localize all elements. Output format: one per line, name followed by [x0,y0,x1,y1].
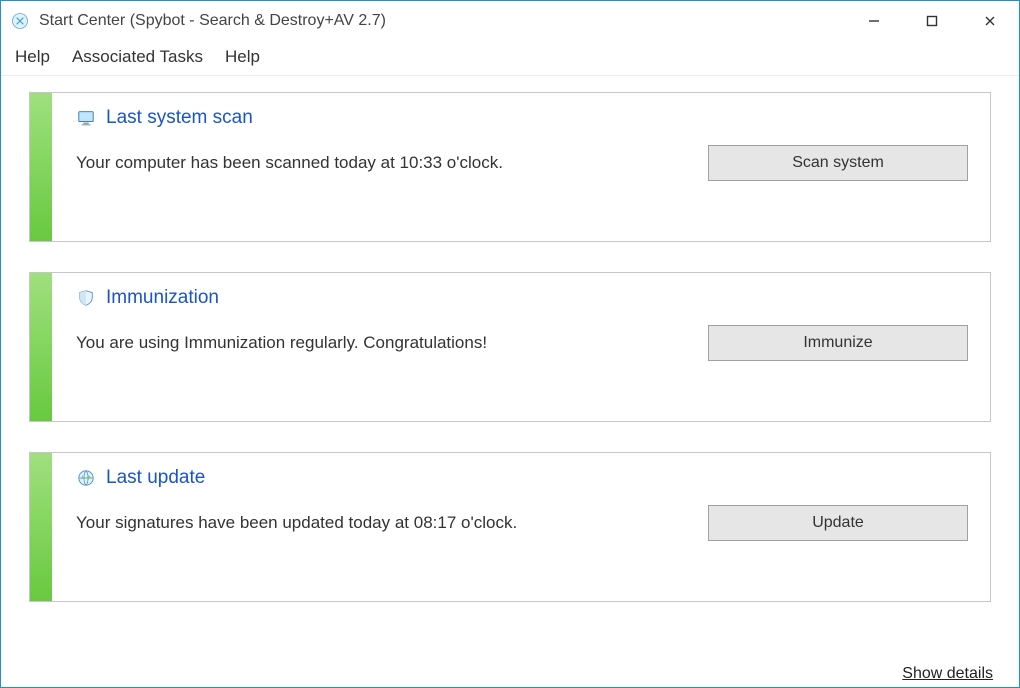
scan-system-button[interactable]: Scan system [708,145,968,181]
app-icon [9,10,31,32]
window-title: Start Center (Spybot - Search & Destroy+… [39,12,386,30]
maximize-button[interactable] [903,1,961,41]
minimize-button[interactable] [845,1,903,41]
status-stripe-ok [30,453,52,601]
card-immunization: Immunization You are using Immunization … [29,272,991,422]
card-title: Last update [106,467,205,489]
card-title: Immunization [106,287,219,309]
show-details-link[interactable]: Show details [902,665,993,683]
content-area: Last system scan Your computer has been … [1,76,1019,687]
button-label: Update [812,514,864,532]
shield-icon [76,288,96,308]
card-last-update: Last update Your signatures have been up… [29,452,991,602]
titlebar: Start Center (Spybot - Search & Destroy+… [1,1,1019,41]
card-description: Your signatures have been updated today … [76,512,690,534]
immunize-button[interactable]: Immunize [708,325,968,361]
menubar: Help Associated Tasks Help [1,41,1019,76]
update-button[interactable]: Update [708,505,968,541]
status-stripe-ok [30,93,52,241]
card-description: You are using Immunization regularly. Co… [76,332,690,354]
status-stripe-ok [30,273,52,421]
close-button[interactable] [961,1,1019,41]
card-title: Last system scan [106,107,253,129]
globe-icon [76,468,96,488]
button-label: Scan system [792,154,884,172]
app-window: Start Center (Spybot - Search & Destroy+… [0,0,1020,688]
menu-help[interactable]: Help [15,47,50,67]
button-label: Immunize [803,334,872,352]
monitor-icon [76,108,96,128]
card-description: Your computer has been scanned today at … [76,152,690,174]
card-last-system-scan: Last system scan Your computer has been … [29,92,991,242]
menu-associated-tasks[interactable]: Associated Tasks [72,47,203,67]
window-controls [845,1,1019,41]
menu-help-2[interactable]: Help [225,47,260,67]
